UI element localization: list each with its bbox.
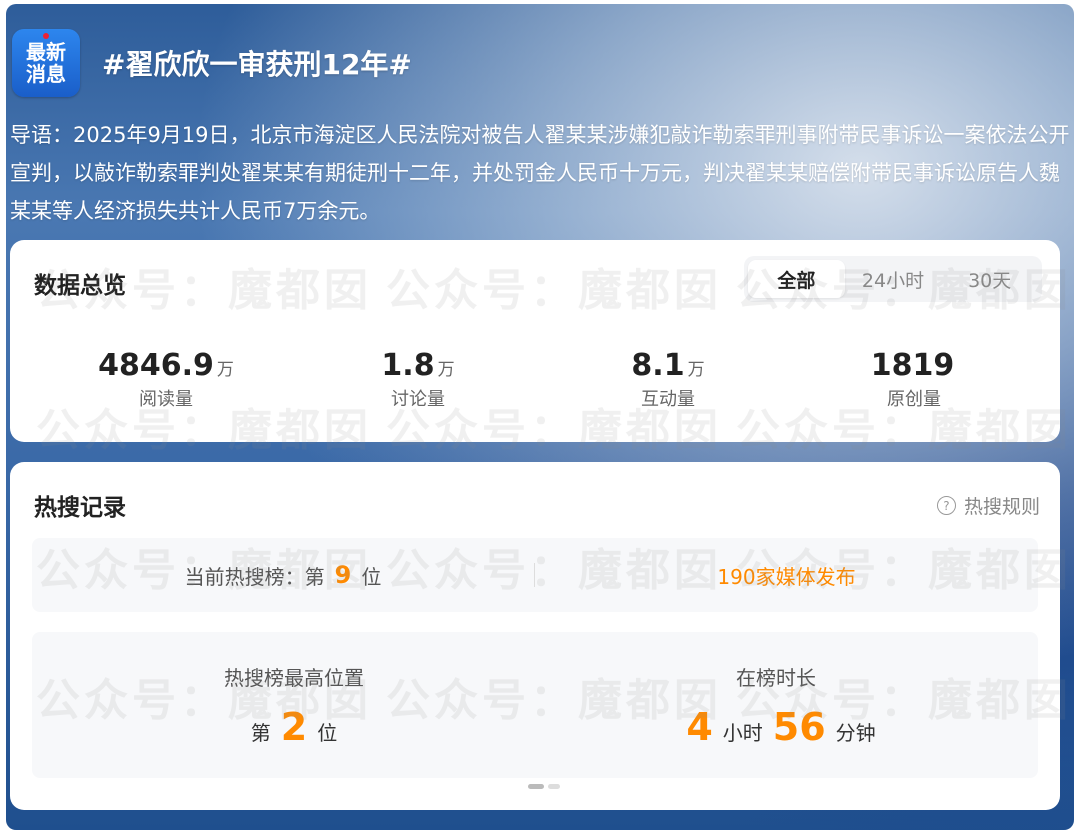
topic-title: #翟欣欣一审获刑12年# [102, 48, 412, 81]
hot-search-rules-link[interactable]: ? 热搜规则 [936, 492, 1040, 519]
carousel-dot [548, 784, 560, 789]
topic-intro: 导语：2025年9月19日，北京市海淀区人民法院对被告人翟某某涉嫌犯敲诈勒索罪刑… [10, 123, 1070, 223]
duration-minutes: 56 [772, 705, 826, 749]
data-overview-card: 数据总览 全部 24小时 30天 4846.9 万 阅读量 1.8 万 讨论量 [10, 240, 1060, 442]
media-count-link[interactable]: 190家媒体发布 [535, 561, 1038, 590]
stat-original: 1819 原创量 [804, 348, 1024, 411]
stat-label: 阅读量 [139, 389, 193, 410]
stat-discussions: 1.8 万 讨论量 [308, 348, 528, 411]
logo-text-line2: 消息 [26, 62, 66, 86]
stat-label: 原创量 [887, 389, 941, 410]
tab-30d[interactable]: 30天 [941, 260, 1038, 298]
current-rank-row: 当前热搜榜：第 9 位 190家媒体发布 [32, 538, 1038, 612]
tab-all[interactable]: 全部 [748, 260, 845, 298]
stat-unit: 万 [437, 360, 455, 380]
duration-hours-unit: 小时 [722, 721, 763, 745]
tab-24h[interactable]: 24小时 [845, 260, 942, 298]
carousel-dot [528, 784, 544, 789]
topic-panel: 最新 消息 #翟欣欣一审获刑12年# 导语：2025年9月19日，北京市海淀区人… [6, 4, 1074, 830]
hot-search-title: 热搜记录 [34, 495, 126, 521]
current-rank-suffix: 位 [361, 564, 382, 589]
duration-hours: 4 [686, 705, 713, 749]
current-rank: 当前热搜榜：第 9 位 [32, 561, 534, 590]
highest-position: 热搜榜最高位置 第 2 位 [94, 662, 494, 749]
stat-reads: 4846.9 万 阅读量 [56, 348, 276, 411]
stat-value: 1.8 [381, 348, 435, 383]
highest-suffix: 位 [317, 721, 338, 745]
rules-label: 热搜规则 [963, 496, 1040, 518]
logo-dot-icon [43, 33, 49, 39]
question-icon: ? [936, 496, 956, 515]
time-range-tabs: 全部 24小时 30天 [744, 256, 1042, 302]
topic-header: 最新 消息 #翟欣欣一审获刑12年# [12, 28, 412, 98]
stats-row: 4846.9 万 阅读量 1.8 万 讨论量 8.1 万 互动量 1819 原创… [10, 348, 1060, 418]
stat-label: 讨论量 [391, 389, 445, 410]
duration-minutes-unit: 分钟 [835, 721, 876, 745]
stat-value: 4846.9 [98, 348, 214, 383]
stat-value: 1819 [870, 348, 955, 383]
carousel-indicator [526, 784, 562, 789]
stat-label: 互动量 [641, 389, 695, 410]
stat-unit: 万 [216, 360, 234, 380]
logo-text-line1: 最新 [26, 40, 66, 64]
stat-value: 8.1 [631, 348, 685, 383]
duration-label: 在榜时长 [736, 666, 816, 690]
hot-search-details: 热搜榜最高位置 第 2 位 在榜时长 4 小时 56 分钟 [32, 632, 1038, 778]
highest-position-label: 热搜榜最高位置 [224, 666, 364, 690]
highest-prefix: 第 [250, 721, 271, 745]
hot-search-card: 热搜记录 ? 热搜规则 当前热搜榜：第 9 位 190家媒体发布 热搜榜最高位置… [10, 462, 1060, 810]
on-list-duration: 在榜时长 4 小时 56 分钟 [576, 662, 976, 749]
overview-title: 数据总览 [34, 273, 126, 299]
current-rank-prefix: 当前热搜榜：第 [184, 564, 325, 589]
stat-unit: 万 [687, 360, 705, 380]
highest-rank-value: 2 [280, 705, 308, 749]
news-logo: 最新 消息 [12, 29, 80, 97]
stat-interactions: 8.1 万 互动量 [558, 348, 778, 411]
current-rank-value: 9 [334, 561, 352, 589]
